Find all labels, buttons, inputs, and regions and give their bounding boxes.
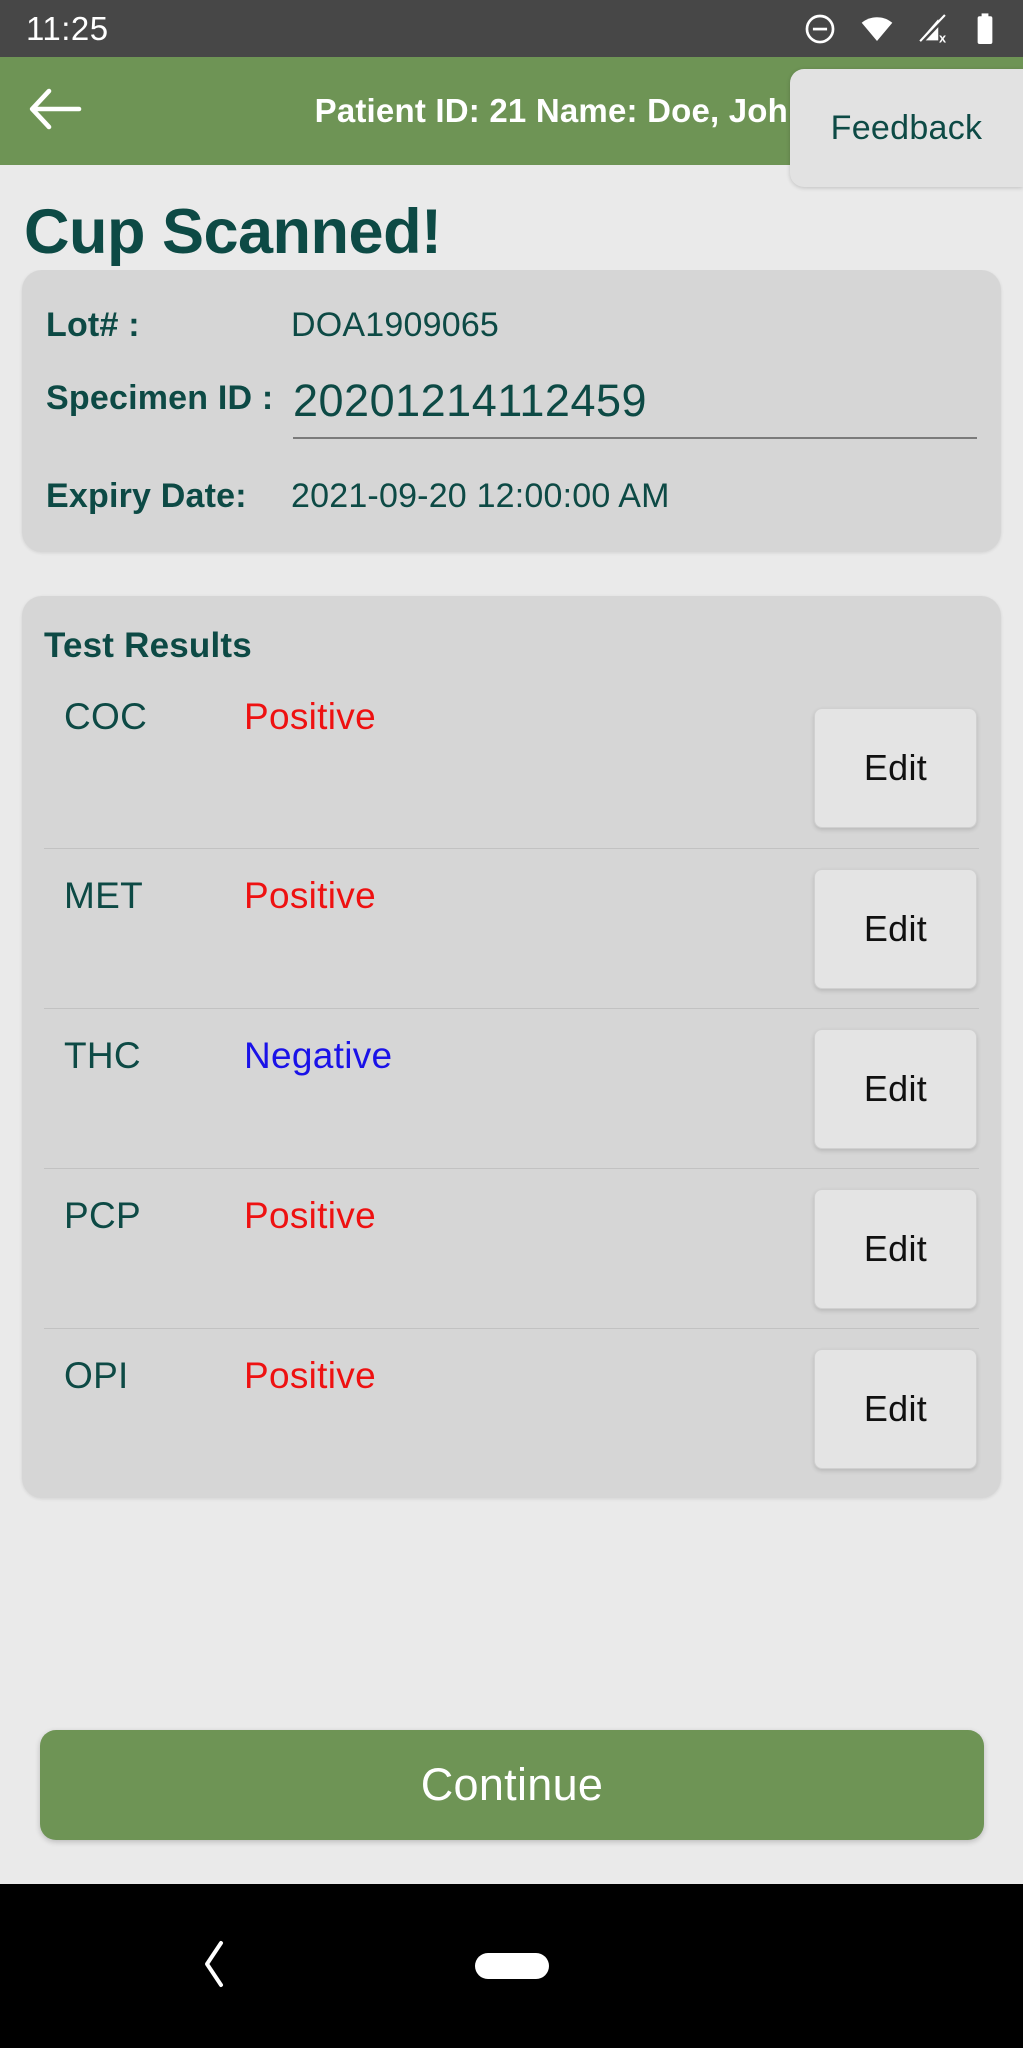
android-nav-bar [0,1884,1023,2048]
test-result-value: Positive [244,875,376,916]
cellular-off-icon: x [917,12,951,46]
test-result-value: Positive [244,696,376,737]
nav-back-button[interactable] [200,1939,230,1994]
battery-icon [973,12,997,46]
scroll-content[interactable]: Lot# : DOA1909065 Specimen ID : Expiry D… [0,270,1023,1884]
arrow-left-icon [27,86,83,137]
specimen-label: Specimen ID : [46,379,274,417]
lot-row: Lot# : DOA1909065 [46,302,977,345]
app-bar: Patient ID: 21 Name: Doe, John Feedback [0,57,1023,187]
expiry-value: 2021-09-20 12:00:00 AM [291,477,670,515]
table-row: COC Positive Edit [44,688,979,848]
status-bar-clock: 11:25 [26,9,109,47]
edit-button[interactable]: Edit [814,708,977,828]
continue-button[interactable]: Continue [40,1730,984,1840]
specimen-field [291,371,977,439]
table-row: THC Negative Edit [44,1008,979,1168]
status-bar-icons: x [803,12,997,46]
expiry-row: Expiry Date: 2021-09-20 12:00:00 AM [46,473,977,516]
test-name: THC [64,1035,141,1076]
table-row: MET Positive Edit [44,848,979,1008]
test-name: OPI [64,1355,129,1396]
page-title: Cup Scanned! [24,197,442,267]
test-result-value: Positive [244,1355,376,1396]
edit-button[interactable]: Edit [814,1029,977,1149]
lot-value: DOA1909065 [291,306,500,344]
test-results-title: Test Results [44,626,252,665]
lot-label: Lot# : [46,306,140,344]
do-not-disturb-icon [803,12,837,46]
svg-text:x: x [939,30,946,45]
specimen-row: Specimen ID : [46,371,977,439]
edit-button[interactable]: Edit [814,869,977,989]
phone-screen: 11:25 x Patient ID: 21 Name: Doe, John F… [0,0,1023,2048]
test-name: PCP [64,1195,141,1236]
test-result-value: Negative [244,1035,393,1076]
back-button[interactable] [0,57,110,165]
test-name: MET [64,875,144,916]
expiry-label: Expiry Date: [46,477,247,515]
specimen-info-card: Lot# : DOA1909065 Specimen ID : Expiry D… [22,270,1001,552]
status-bar: 11:25 x [0,0,1023,57]
test-name: COC [64,696,148,737]
edit-button[interactable]: Edit [814,1349,977,1469]
test-result-value: Positive [244,1195,376,1236]
feedback-button[interactable]: Feedback [790,69,1023,187]
specimen-id-input[interactable] [293,371,977,439]
wifi-icon [859,12,895,46]
test-results-card: Test Results COC Positive Edit MET Posit… [22,596,1001,1498]
table-row: PCP Positive Edit [44,1168,979,1328]
edit-button[interactable]: Edit [814,1189,977,1309]
nav-home-button[interactable] [474,1953,549,1979]
table-row: OPI Positive Edit [44,1328,979,1488]
